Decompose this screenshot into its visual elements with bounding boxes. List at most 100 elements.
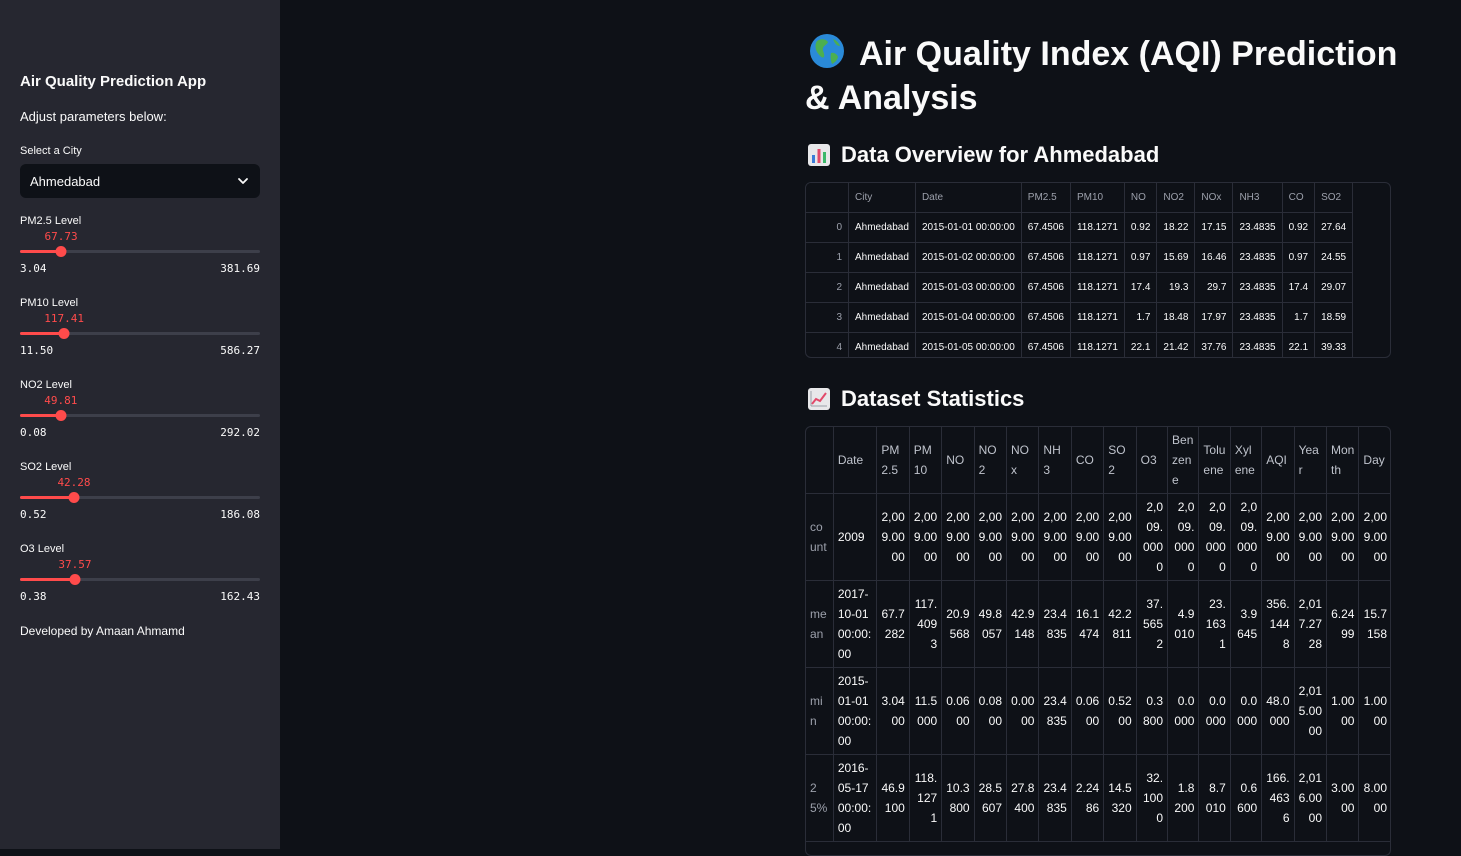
slider-thumb[interactable]	[58, 328, 70, 339]
table-row[interactable]: 3 Ahmedabad 2015-01-04 00:00:00 67.4506 118.…	[806, 302, 1354, 333]
column-header[interactable]: SO2	[1103, 427, 1137, 494]
table-cell: 23.4835	[1038, 754, 1072, 842]
table-cell: 14.5320	[1103, 754, 1137, 842]
column-header[interactable]: NO2	[974, 427, 1008, 494]
table-cell: 16.46	[1194, 242, 1234, 273]
table-cell: 2,009.0000	[974, 493, 1008, 581]
column-header[interactable]	[806, 427, 834, 494]
table-cell: 32.1000	[1136, 754, 1169, 842]
table-cell: Ahmedabad	[848, 272, 916, 303]
table-cell: 2,009.0000	[941, 493, 975, 581]
column-header[interactable]: NH3	[1232, 183, 1283, 213]
slider-min: 0.08	[20, 426, 47, 439]
table-cell: 2,009.0000	[1230, 493, 1263, 581]
table-cell: 3.0400	[876, 667, 910, 755]
slider-value: 67.73	[44, 230, 78, 243]
table-row[interactable]: 1 Ahmedabad 2015-01-02 00:00:00 67.4506 118.…	[806, 242, 1354, 273]
slider-thumb[interactable]	[55, 246, 67, 257]
city-select[interactable]: Ahmedabad	[20, 164, 260, 198]
column-header[interactable]: SO2	[1314, 183, 1354, 213]
column-header[interactable]: Date	[915, 183, 1022, 213]
pm10-slider-label: PM10 Level	[20, 297, 79, 309]
slider-track[interactable]	[20, 492, 260, 503]
table-row[interactable]: 4 Ahmedabad 2015-01-05 00:00:00 67.4506 118.…	[806, 332, 1354, 357]
table-cell: 0.0800	[974, 667, 1008, 755]
stats-table[interactable]: Date PM2.5 PM10 NO NO2 NOx NH3 CO SO2 O3 Benzene To…	[805, 426, 1391, 856]
table-cell: 2,016.0000	[1294, 754, 1328, 842]
table-cell: 23.4835	[1232, 212, 1283, 243]
column-header[interactable]: PM2.5	[876, 427, 910, 494]
column-header[interactable]: O3	[1136, 427, 1169, 494]
slider-thumb[interactable]	[69, 574, 81, 585]
table-cell: 49.8057	[974, 580, 1008, 668]
table-row[interactable]: 2 Ahmedabad 2015-01-03 00:00:00 67.4506 118.…	[806, 272, 1354, 303]
column-header[interactable]: Date	[833, 427, 878, 494]
so2-slider[interactable]: 42.28 0.52 186.08	[20, 476, 260, 536]
table-cell: 2,009.0000	[876, 493, 910, 581]
table-row[interactable]: mean 2017-10-01 00:00:00 67.7282 117.4093 20…	[806, 580, 1390, 668]
table-cell: 0.92	[1282, 212, 1316, 243]
table-row[interactable]: 25% 2016-05-17 00:00:00 46.9100 118.1271 10.…	[806, 754, 1390, 842]
bar-chart-icon	[808, 144, 830, 166]
city-select-value: Ahmedabad	[30, 173, 101, 189]
column-header[interactable]: NO	[941, 427, 975, 494]
table-cell: 67.4506	[1021, 302, 1071, 333]
table-cell: 2,009.0000	[909, 493, 943, 581]
slider-track[interactable]	[20, 246, 260, 257]
column-header[interactable]: NH3	[1038, 427, 1072, 494]
page-title: Air Quality Index (AQI) Prediction & Ana…	[805, 32, 1405, 120]
table-cell: Ahmedabad	[848, 242, 916, 273]
table-cell: Ahmedabad	[848, 212, 916, 243]
table-cell: 23.4835	[1232, 332, 1283, 357]
column-header[interactable]: NOx	[1194, 183, 1234, 213]
table-cell: 2015-01-03 00:00:00	[915, 272, 1022, 303]
table-cell: 6.2499	[1326, 580, 1360, 668]
column-header[interactable]: City	[848, 183, 916, 213]
column-header[interactable]: Month	[1326, 427, 1360, 494]
table-cell: 2015-01-01 00:00:00	[915, 212, 1022, 243]
slider-track[interactable]	[20, 574, 260, 585]
sidebar-title: Air Quality Prediction App	[20, 73, 207, 90]
table-cell: 39.33	[1314, 332, 1354, 357]
column-header[interactable]: NO2	[1156, 183, 1196, 213]
table-cell: 67.4506	[1021, 242, 1071, 273]
column-header[interactable]: PM2.5	[1021, 183, 1071, 213]
row-index: 3	[806, 302, 849, 333]
table-cell: 42.2811	[1103, 580, 1137, 668]
column-header[interactable]: CO	[1071, 427, 1105, 494]
pm25-slider[interactable]: 67.73 3.04 381.69	[20, 230, 260, 290]
slider-track[interactable]	[20, 328, 260, 339]
table-cell: 29.7	[1194, 272, 1234, 303]
row-header: mean	[806, 580, 834, 668]
column-header[interactable]: AQI	[1261, 427, 1295, 494]
column-header[interactable]: PM10	[1070, 183, 1125, 213]
pm10-slider[interactable]: 117.41 11.50 586.27	[20, 312, 260, 372]
column-header[interactable]: Xylene	[1230, 427, 1263, 494]
column-header[interactable]: NO	[1124, 183, 1158, 213]
column-header[interactable]	[806, 183, 849, 213]
table-row[interactable]: count 2009 2,009.0000 2,009.0000 2,009.0000 2…	[806, 493, 1390, 581]
slider-thumb[interactable]	[55, 410, 67, 421]
column-header[interactable]: NOx	[1006, 427, 1040, 494]
overview-table[interactable]: City Date PM2.5 PM10 NO NO2 NOx NH3 CO SO2 0 Ahmed…	[805, 182, 1391, 358]
slider-thumb[interactable]	[68, 492, 80, 503]
table-cell: 1.7	[1124, 302, 1158, 333]
slider-track[interactable]	[20, 410, 260, 421]
column-header[interactable]: Day	[1358, 427, 1390, 494]
o3-slider[interactable]: 37.57 0.38 162.43	[20, 558, 260, 618]
column-header[interactable]: Year	[1294, 427, 1328, 494]
table-cell: 23.4835	[1038, 580, 1072, 668]
column-header[interactable]: PM10	[909, 427, 943, 494]
table-cell: 2016-05-17 00:00:00	[833, 754, 878, 842]
table-cell: 29.07	[1314, 272, 1354, 303]
table-cell: 0.0600	[1071, 667, 1105, 755]
column-header[interactable]: Toluene	[1198, 427, 1231, 494]
table-row[interactable]: min 2015-01-01 00:00:00 3.0400 11.5000 0.060…	[806, 667, 1390, 755]
column-header[interactable]: Benzene	[1167, 427, 1200, 494]
column-header[interactable]: CO	[1282, 183, 1316, 213]
sidebar-footer: Developed by Amaan Ahmamd	[20, 624, 185, 638]
table-header-row: Date PM2.5 PM10 NO NO2 NOx NH3 CO SO2 O3 Benzene To…	[806, 427, 1390, 494]
table-cell: 0.97	[1282, 242, 1316, 273]
table-row[interactable]: 0 Ahmedabad 2015-01-01 00:00:00 67.4506 118.…	[806, 212, 1354, 243]
no2-slider[interactable]: 49.81 0.08 292.02	[20, 394, 260, 454]
